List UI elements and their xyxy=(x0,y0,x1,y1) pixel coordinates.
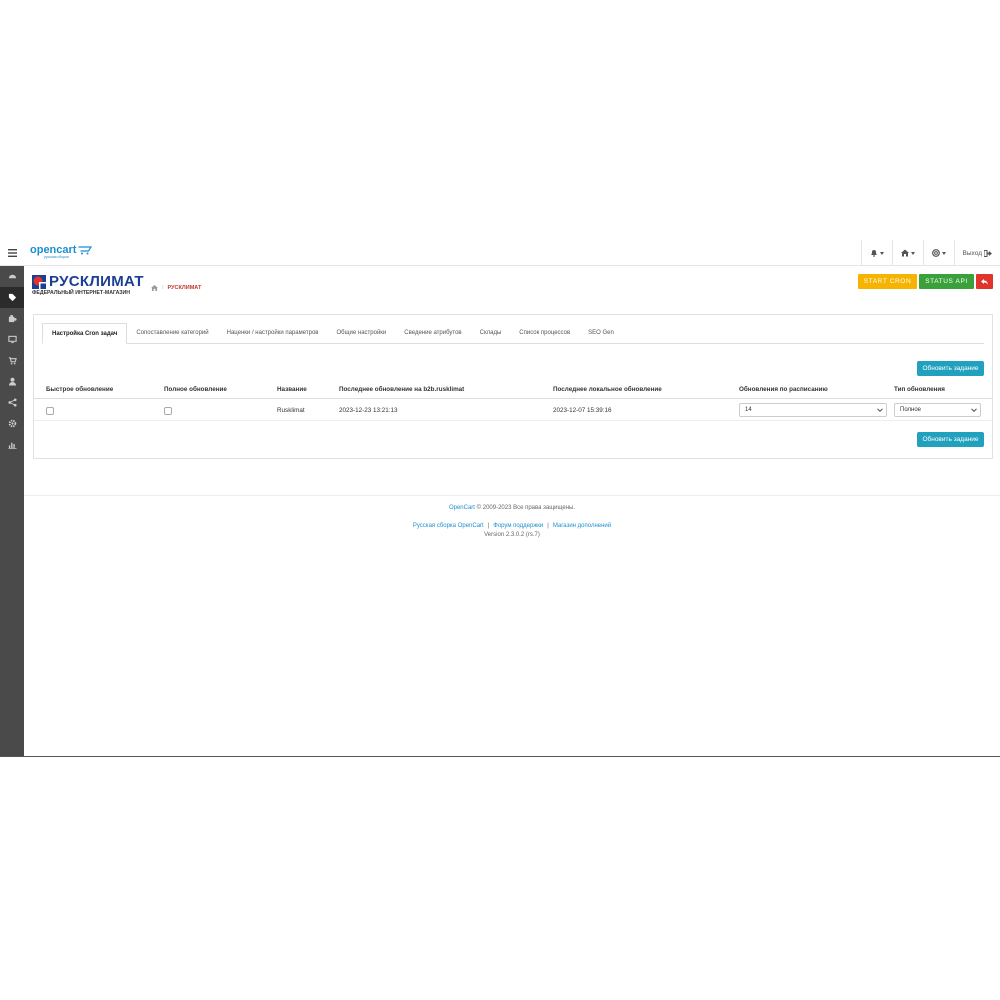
tab-markups[interactable]: Наценки / настройки параметров xyxy=(218,323,328,343)
schedule-select[interactable]: 14 xyxy=(739,403,887,417)
store-menu-button[interactable] xyxy=(891,240,923,266)
bar-chart-icon xyxy=(7,442,17,449)
brand-subtitle: русская сборка xyxy=(44,255,69,260)
row-name: Rusklimat xyxy=(277,407,305,414)
logo-name: РУСКЛИМАТ xyxy=(49,273,144,290)
column-header: Тип обновления xyxy=(894,386,945,393)
settings-panel: Настройка Cron задач Сопоставление катег… xyxy=(33,314,993,459)
rusklimat-logo: РУСКЛИМАТ ФЕДЕРАЛЬНЫЙ ИНТЕРНЕТ-МАГАЗИН xyxy=(32,274,144,296)
caret-down-icon xyxy=(941,251,946,255)
sidebar-item-marketing[interactable] xyxy=(0,392,24,413)
sidebar-item-design[interactable] xyxy=(0,329,24,350)
menu-icon xyxy=(7,248,17,257)
update-task-button[interactable]: Обновить задание xyxy=(917,432,984,447)
cart-logo-icon xyxy=(78,246,93,255)
tab-category-mapping[interactable]: Сопоставление категорий xyxy=(127,323,217,343)
footer-separator: | xyxy=(487,523,490,529)
menu-toggle-button[interactable] xyxy=(0,240,24,266)
dashboard-icon xyxy=(8,274,16,279)
top-header: opencart русская сборка Выход xyxy=(24,240,1000,266)
column-header: Последнее локальное обновление xyxy=(553,386,662,393)
sidebar-item-system[interactable] xyxy=(0,413,24,434)
caret-down-icon xyxy=(879,251,884,255)
schedule-value: 14 xyxy=(745,407,752,413)
cog-icon xyxy=(8,419,16,428)
reply-icon xyxy=(981,278,988,285)
sidebar-item-catalog[interactable] xyxy=(0,287,24,308)
caret-down-icon xyxy=(910,251,915,255)
column-header: Полное обновление xyxy=(164,386,227,393)
forum-link[interactable]: Форум поддержки xyxy=(493,523,543,529)
life-ring-icon xyxy=(931,249,940,257)
sign-out-icon xyxy=(984,249,992,257)
page-header: РУСКЛИМАТ ФЕДЕРАЛЬНЫЙ ИНТЕРНЕТ-МАГАЗИН /… xyxy=(24,266,1000,310)
opencart-link[interactable]: OpenCart xyxy=(449,505,475,511)
market-link[interactable]: Магазин дополнений xyxy=(553,523,611,529)
rusklimat-logo-mark xyxy=(32,274,46,289)
breadcrumb-separator: / xyxy=(162,285,164,291)
user-icon xyxy=(8,377,16,386)
row-last-local-update: 2023-12-07 15:39:16 xyxy=(553,407,612,414)
copyright-text: © 2009-2023 Все права защищены. xyxy=(476,505,576,511)
sidebar-item-extensions[interactable] xyxy=(0,308,24,329)
desktop-icon xyxy=(7,335,17,344)
start-cron-button[interactable]: START CRON xyxy=(858,274,917,289)
tab-process-list[interactable]: Список процессов xyxy=(510,323,579,343)
home-icon xyxy=(900,249,909,257)
sidebar-item-reports[interactable] xyxy=(0,434,24,455)
column-header: Быстрое обновление xyxy=(46,386,114,393)
sidebar-item-dashboard[interactable] xyxy=(0,266,24,287)
tab-warehouses[interactable]: Склады xyxy=(471,323,511,343)
bell-icon xyxy=(870,250,877,257)
cart-icon xyxy=(8,357,17,365)
update-type-select[interactable]: Полное xyxy=(894,403,981,417)
breadcrumb: / РУСКЛИМАТ xyxy=(151,285,201,291)
back-button[interactable] xyxy=(976,274,993,289)
quick-update-checkbox[interactable] xyxy=(46,407,54,415)
puzzle-icon xyxy=(8,314,17,323)
tab-attributes[interactable]: Сведение атрибутов xyxy=(395,323,470,343)
opencart-logo[interactable]: opencart русская сборка xyxy=(30,245,93,260)
chevron-down-icon xyxy=(877,408,883,413)
tab-general-settings[interactable]: Общие настройки xyxy=(327,323,395,343)
logout-label: Выход xyxy=(962,249,982,257)
breadcrumb-link[interactable]: РУСКЛИМАТ xyxy=(168,285,202,291)
table-header: Быстрое обновление Полное обновление Наз… xyxy=(34,383,992,399)
tab-cron-settings[interactable]: Настройка Cron задач xyxy=(42,323,128,344)
tab-bar: Настройка Cron задач Сопоставление катег… xyxy=(42,323,984,344)
notifications-button[interactable] xyxy=(860,240,892,266)
footer: OpenCart © 2009-2023 Все права защищены.… xyxy=(24,495,1000,540)
home-icon[interactable] xyxy=(151,285,158,291)
sidebar-item-customers[interactable] xyxy=(0,371,24,392)
help-menu-button[interactable] xyxy=(922,240,954,266)
update-type-value: Полное xyxy=(900,407,922,413)
sidebar xyxy=(0,240,24,756)
table-row: Rusklimat 2023-12-23 13:21:13 2023-12-07… xyxy=(34,399,992,421)
row-last-remote-update: 2023-12-23 13:21:13 xyxy=(339,407,398,414)
tag-icon xyxy=(8,293,16,302)
ru-build-link[interactable]: Русская сборка OpenCart xyxy=(413,523,484,529)
sidebar-item-sales[interactable] xyxy=(0,350,24,371)
chevron-down-icon xyxy=(971,408,977,413)
update-task-button[interactable]: Обновить задание xyxy=(917,361,984,376)
full-update-checkbox[interactable] xyxy=(164,407,172,415)
status-api-button[interactable]: STATUS API xyxy=(919,274,974,289)
column-header: Название xyxy=(277,386,307,393)
footer-separator: | xyxy=(547,523,549,529)
logout-button[interactable]: Выход xyxy=(953,240,1000,266)
logo-subtitle: ФЕДЕРАЛЬНЫЙ ИНТЕРНЕТ-МАГАЗИН xyxy=(32,290,131,296)
version-text: Version 2.3.0.2 (rs.7) xyxy=(484,532,540,538)
column-header: Обновления по расписанию xyxy=(739,386,828,393)
tab-seo-gen[interactable]: SEO Gen xyxy=(579,323,623,343)
share-icon xyxy=(7,398,17,407)
column-header: Последнее обновление на b2b.rusklimat xyxy=(339,386,465,393)
